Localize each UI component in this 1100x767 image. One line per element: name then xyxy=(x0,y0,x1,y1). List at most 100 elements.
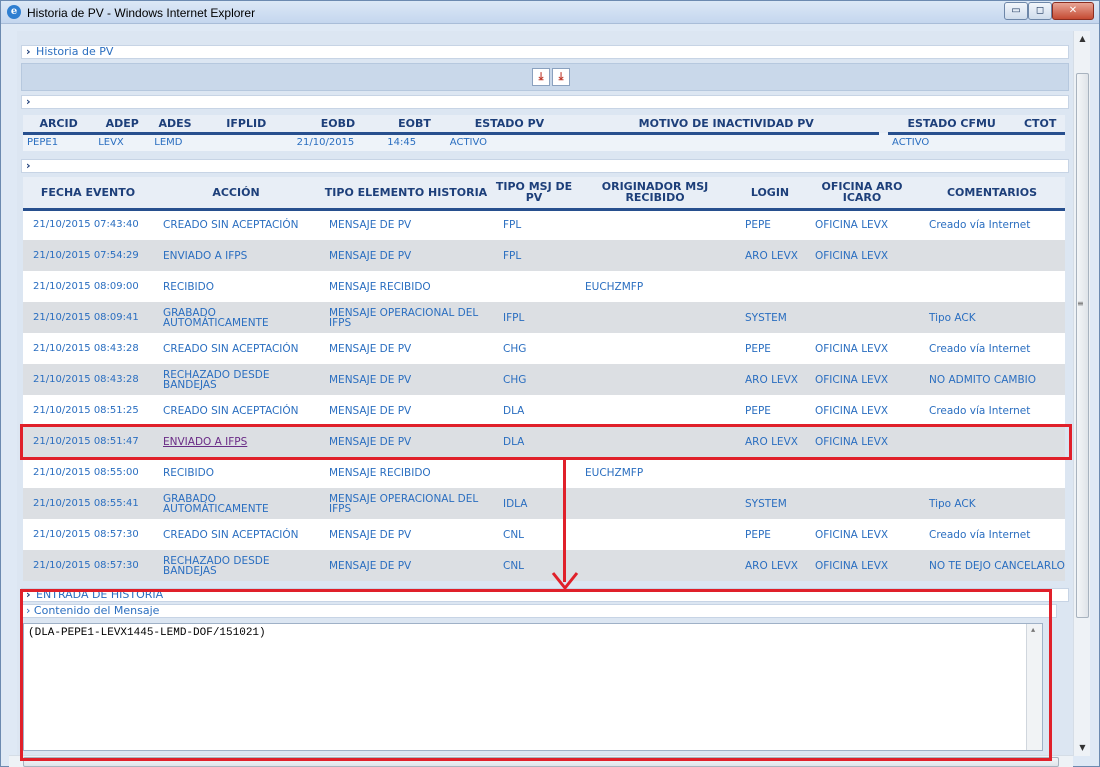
history-section-header[interactable]: › xyxy=(21,159,1069,173)
oficina-cell xyxy=(805,457,919,488)
oficina-cell: OFICINA LEVX xyxy=(805,519,919,550)
table-row[interactable]: 21/10/2015 08:43:28 CREADO SIN ACEPTACIÓN… xyxy=(23,333,1065,364)
pv-section-header[interactable]: › xyxy=(21,95,1069,109)
login-cell: SYSTEM xyxy=(735,302,805,333)
table-row[interactable]: 21/10/2015 08:57:30 CREADO SIN ACEPTACIÓN… xyxy=(23,519,1065,550)
table-row[interactable]: 21/10/2015 07:43:40 CREADO SIN ACEPTACIÓN… xyxy=(23,209,1065,240)
tipo-elemento-cell: MENSAJE DE PV xyxy=(319,395,493,426)
oficina-cell: OFICINA LEVX xyxy=(805,240,919,271)
oficina-cell xyxy=(805,488,919,519)
title-bar[interactable]: e Historia de PV - Windows Internet Expl… xyxy=(1,1,1099,24)
pv-header: EOBD xyxy=(292,115,384,135)
accion-cell: GRABADO AUTOMÁTICAMENTE xyxy=(153,488,319,519)
pv-cell: PEPE1 xyxy=(23,133,95,151)
comentarios-cell: Creado vía Internet xyxy=(919,209,1065,240)
fecha-evento-cell: 21/10/2015 08:55:00 xyxy=(23,457,153,488)
export-toolbar: ⤓ ⤓ xyxy=(21,63,1069,91)
oficina-cell xyxy=(805,302,919,333)
fecha-evento-cell: 21/10/2015 08:57:30 xyxy=(23,519,153,550)
historia-section-header[interactable]: › Historia de PV xyxy=(21,45,1069,59)
accion-cell: RECIBIDO xyxy=(153,457,319,488)
fecha-evento-cell: 21/10/2015 08:57:30 xyxy=(23,550,153,581)
pv-cell xyxy=(1015,133,1065,151)
pdf-print-icon[interactable]: ⤓ xyxy=(552,68,570,86)
table-row[interactable]: 21/10/2015 08:55:00 RECIBIDO MENSAJE RECIB… xyxy=(23,457,1065,488)
table-row[interactable]: 21/10/2015 08:09:41 GRABADO AUTOMÁTICAMEN… xyxy=(23,302,1065,333)
pv-header: EOBT xyxy=(383,115,446,135)
annotation-arrow-line xyxy=(563,460,566,582)
scroll-down-icon[interactable]: ▼ xyxy=(1074,740,1091,756)
table-row[interactable]: 21/10/2015 08:51:25 CREADO SIN ACEPTACIÓN… xyxy=(23,395,1065,426)
accion-cell: CREADO SIN ACEPTACIÓN xyxy=(153,519,319,550)
pv-header: ESTADO CFMU xyxy=(888,115,1016,135)
accion-cell: CREADO SIN ACEPTACIÓN xyxy=(153,395,319,426)
tipo-elemento-cell: MENSAJE RECIBIDO xyxy=(319,271,493,302)
oficina-cell: OFICINA LEVX xyxy=(805,333,919,364)
comentarios-cell: NO TE DEJO CANCELARLO xyxy=(919,550,1065,581)
pv-cell: LEMD xyxy=(150,133,200,151)
oficina-cell: OFICINA LEVX xyxy=(805,550,919,581)
accion-cell: CREADO SIN ACEPTACIÓN xyxy=(153,333,319,364)
tipo-elemento-cell: MENSAJE DE PV xyxy=(319,209,493,240)
tipo-msj-cell: FPL xyxy=(493,209,575,240)
fecha-evento-cell: 21/10/2015 08:55:41 xyxy=(23,488,153,519)
pv-row: PEPE1 LEVX LEMD 21/10/2015 14:45 ACTIVO … xyxy=(23,133,1065,151)
fecha-evento-cell: 21/10/2015 07:43:40 xyxy=(23,209,153,240)
close-button[interactable]: ✕ xyxy=(1052,2,1094,20)
pv-header: ARCID xyxy=(23,115,95,135)
login-cell xyxy=(735,271,805,302)
tipo-msj-cell: IFPL xyxy=(493,302,575,333)
pv-header: ESTADO PV xyxy=(445,115,574,135)
comentarios-cell: Tipo ACK xyxy=(919,302,1065,333)
originador-cell xyxy=(575,240,735,271)
originador-cell xyxy=(575,550,735,581)
originador-cell xyxy=(575,209,735,240)
login-cell xyxy=(735,457,805,488)
history-table: FECHA EVENTO ACCIÓN TIPO ELEMENTO HISTOR… xyxy=(23,177,1065,581)
accion-cell: GRABADO AUTOMÁTICAMENTE xyxy=(153,302,319,333)
table-row[interactable]: 21/10/2015 07:54:29 ENVIADO A IFPS MENSAJE… xyxy=(23,240,1065,271)
comentarios-cell: Creado vía Internet xyxy=(919,395,1065,426)
history-header: ACCIÓN xyxy=(153,177,319,211)
table-row[interactable]: 21/10/2015 08:57:30 RECHAZADO DESDE BANDE… xyxy=(23,550,1065,581)
login-cell: ARO LEVX xyxy=(735,550,805,581)
comentarios-cell xyxy=(919,240,1065,271)
pv-cell: ACTIVO xyxy=(445,133,574,151)
browser-window: e Historia de PV - Windows Internet Expl… xyxy=(0,0,1100,767)
fecha-evento-cell: 21/10/2015 08:09:00 xyxy=(23,271,153,302)
pdf-export-icon[interactable]: ⤓ xyxy=(532,68,550,86)
pv-cell-gap xyxy=(879,133,889,151)
pv-header: ADEP xyxy=(94,115,151,135)
accion-cell: CREADO SIN ACEPTACIÓN xyxy=(153,209,319,240)
historia-section-title: Historia de PV xyxy=(36,45,114,58)
table-row[interactable]: 21/10/2015 08:55:41 GRABADO AUTOMÁTICAMEN… xyxy=(23,488,1065,519)
table-row[interactable]: 21/10/2015 08:09:00 RECIBIDO MENSAJE RECIB… xyxy=(23,271,1065,302)
accion-cell: RECHAZADO DESDE BANDEJAS xyxy=(153,550,319,581)
originador-cell xyxy=(575,519,735,550)
pv-header-row: ARCID ADEP ADES IFPLID EOBD EOBT ESTADO … xyxy=(23,115,1065,135)
scroll-thumb[interactable] xyxy=(1076,73,1089,618)
message-area-highlight xyxy=(20,589,1052,761)
history-header: COMENTARIOS xyxy=(919,177,1065,211)
tipo-elemento-cell: MENSAJE OPERACIONAL DEL IFPS xyxy=(319,488,493,519)
tipo-elemento-cell: MENSAJE DE PV xyxy=(319,519,493,550)
pv-cell: 21/10/2015 xyxy=(292,133,384,151)
pv-header: IFPLID xyxy=(199,115,293,135)
pv-cell xyxy=(199,133,293,151)
pv-header: ADES xyxy=(150,115,200,135)
minimize-button[interactable]: ▭ xyxy=(1004,2,1028,20)
fecha-evento-cell: 21/10/2015 07:54:29 xyxy=(23,240,153,271)
pv-header: MOTIVO DE INACTIVIDAD PV xyxy=(573,115,880,135)
history-header: OFICINA ARO ICARO xyxy=(805,177,919,211)
comentarios-cell: Tipo ACK xyxy=(919,488,1065,519)
table-row[interactable]: 21/10/2015 08:43:28 RECHAZADO DESDE BANDE… xyxy=(23,364,1065,395)
maximize-button[interactable]: ◻ xyxy=(1028,2,1052,20)
vertical-scrollbar[interactable]: ▲ ≡ ▼ xyxy=(1073,31,1090,756)
scroll-up-icon[interactable]: ▲ xyxy=(1074,31,1091,47)
tipo-elemento-cell: MENSAJE DE PV xyxy=(319,550,493,581)
login-cell: PEPE xyxy=(735,519,805,550)
login-cell: PEPE xyxy=(735,209,805,240)
tipo-msj-cell: DLA xyxy=(493,395,575,426)
fecha-evento-cell: 21/10/2015 08:09:41 xyxy=(23,302,153,333)
comentarios-cell: NO ADMITO CAMBIO xyxy=(919,364,1065,395)
